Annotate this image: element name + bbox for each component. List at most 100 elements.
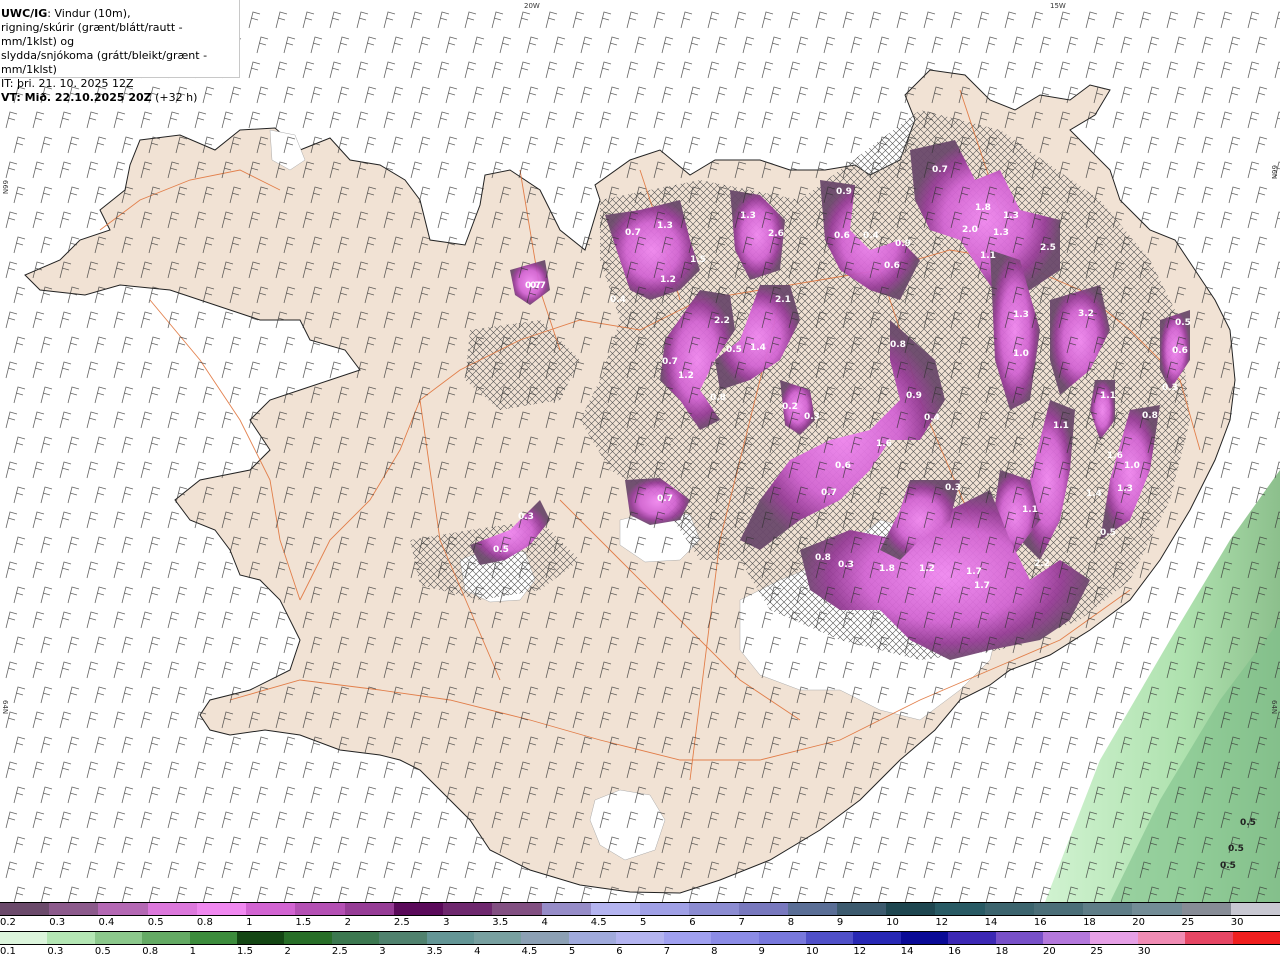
map-view[interactable]: 20W 15W 66N 66N 64N 64N 0.7 1.3 1.3 2.6 … [0,0,1280,902]
wind-barb [553,36,566,54]
wind-barb [5,211,18,229]
precip-label: 0.5 [1100,528,1116,538]
wind-barb [1004,711,1017,729]
wind-barb [140,711,153,729]
wind-barb [167,361,180,379]
wind-barb [5,861,18,879]
wind-barb [302,61,315,79]
wind-barb [526,886,539,902]
wind-barb [1058,761,1071,779]
wind-barb [256,386,269,404]
wind-barb [1228,36,1241,54]
precip-label: 1.5 [690,255,706,265]
wind-barb [113,111,126,129]
wind-barb [958,36,971,54]
wind-barb [1093,686,1106,704]
wind-barb [410,161,423,179]
wind-barb [59,861,72,879]
wind-barb [194,111,207,129]
rain-legend-tick: 4.5 [521,946,538,957]
wind-barb [1004,811,1017,829]
wind-barb [167,611,180,629]
wind-barb [950,861,963,879]
wind-barb [302,361,315,379]
rain-legend: 0.1 0.3 0.5 0.8 1 1.5 2 2.5 3 3.5 4 4.5 5 6 7 8 9 10 12 14 1… [0,931,1280,960]
wind-barb [1247,361,1260,379]
wind-barb [13,736,26,754]
wind-barb [256,636,269,654]
wind-barb [931,736,944,754]
wind-barb [823,136,836,154]
wind-barb [1058,11,1071,29]
precip-label: 1.4 [1086,489,1102,499]
wind-barb [1012,86,1025,104]
wind-barb [229,836,242,854]
wind-barb [923,811,936,829]
wind-barb [121,286,134,304]
wind-barb [1174,86,1187,104]
wind-barb [167,561,180,579]
wind-barb [364,836,377,854]
wind-barb [715,136,728,154]
wind-barb [40,886,53,902]
wind-barb [742,886,755,902]
wind-barb [113,611,126,629]
rain-legend-tick: 3 [379,946,386,957]
wind-barb [32,361,45,379]
wind-barb [248,611,261,629]
wind-barb [599,111,612,129]
snow-legend-swatch [295,903,345,915]
wind-barb [86,511,99,529]
wind-barb [491,11,504,29]
wind-barb [113,811,126,829]
snow-legend-tick: 4 [541,917,548,928]
wind-barb [445,86,458,104]
wind-barb [950,11,963,29]
snow-legend-tick: 8 [787,917,795,928]
wind-barb [32,311,45,329]
wind-barb [67,786,80,804]
wind-barb [1220,461,1233,479]
precip-label: 0.3 [1162,383,1178,393]
wind-barb [626,11,639,29]
wind-barb [283,736,296,754]
wind-barb [977,11,990,29]
wind-barb [356,761,369,779]
wind-barb [140,861,153,879]
snow-legend-swatch [787,903,837,915]
wind-barb [680,111,693,129]
wind-barb [418,786,431,804]
wind-barb [788,61,801,79]
wind-barb [59,161,72,179]
rain-legend-tick: 5 [568,946,576,957]
wind-barb [580,136,593,154]
precip-label: 1.8 [975,203,991,213]
wind-barb [302,111,315,129]
precip-label: 0.5 [726,345,742,355]
wind-barb [5,311,18,329]
wind-barb [310,836,323,854]
wind-barb [202,386,215,404]
wind-barb [337,86,350,104]
wind-barb [59,661,72,679]
precip-label: 0.7 [821,488,837,498]
wind-barb [950,811,963,829]
wind-barb [896,861,909,879]
wind-barb [437,111,450,129]
snow-legend-tick: 7 [738,917,745,928]
snow-legend-tick: 18 [1083,917,1096,928]
snow-legend-swatch [689,903,739,915]
wind-barb [1031,861,1044,879]
wind-barb [5,561,18,579]
wind-barb [1112,661,1125,679]
wind-barb [1147,186,1160,204]
wind-barb [1247,211,1260,229]
wind-barb [148,436,161,454]
wind-barb [931,36,944,54]
wind-barb [140,311,153,329]
wind-barb [94,586,107,604]
wind-barb [437,161,450,179]
wind-barb [842,861,855,879]
wind-barb [985,36,998,54]
wind-barb [1274,61,1280,79]
